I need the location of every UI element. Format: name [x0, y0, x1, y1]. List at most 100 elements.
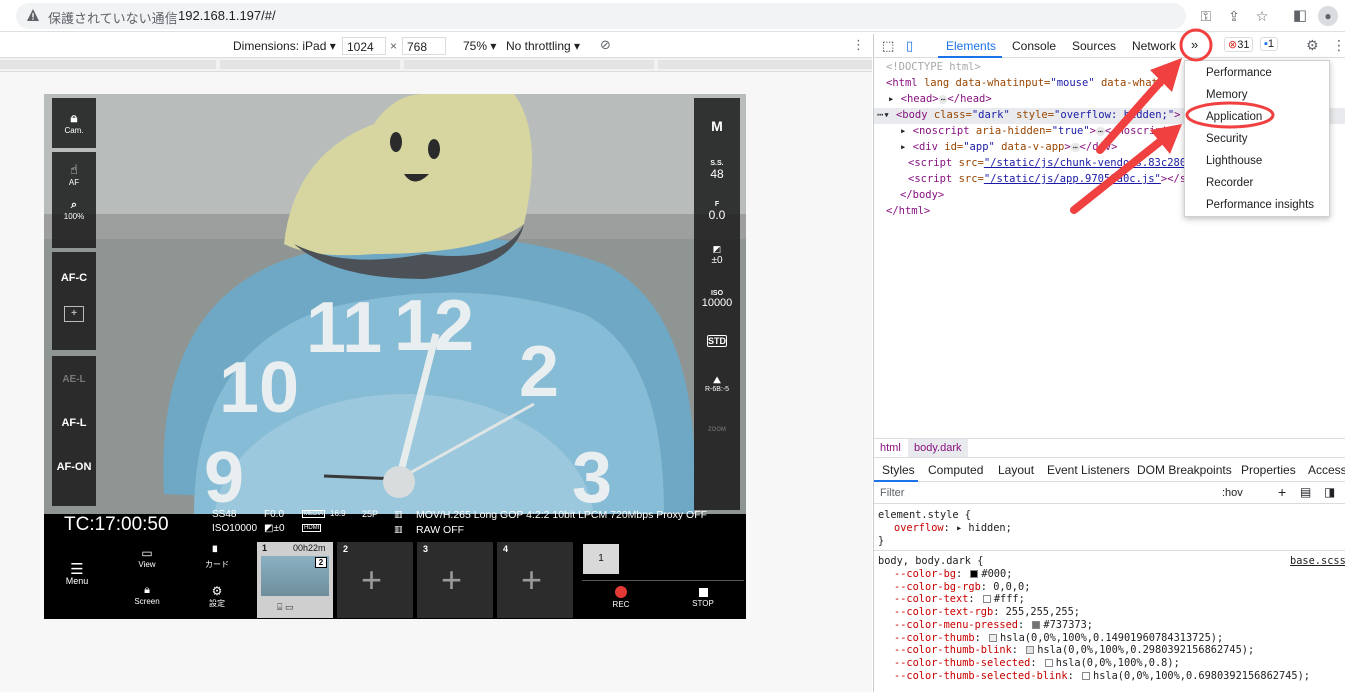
new-rule-icon[interactable]: +: [1278, 484, 1286, 500]
ruler-segment[interactable]: [658, 60, 872, 69]
style-declaration[interactable]: overflow: ▸ hidden;: [894, 522, 1012, 535]
hov-toggle[interactable]: :hov: [1222, 487, 1243, 499]
head-line[interactable]: ▸ <head> ⋯ </head>: [888, 92, 992, 108]
css-variable-declaration[interactable]: --color-text: #fff;: [894, 593, 1025, 606]
star-icon[interactable]: ☆: [1252, 6, 1272, 26]
ruler-segment[interactable]: [0, 60, 216, 69]
card-button[interactable]: ▘ カード: [200, 546, 234, 570]
rec-button[interactable]: REC: [604, 586, 638, 609]
ev-value[interactable]: ±0: [694, 255, 740, 266]
collapsed-ellipsis[interactable]: ⋯: [1070, 143, 1080, 152]
ruler-segment[interactable]: [220, 60, 400, 69]
touch-af-icon[interactable]: ☝︎: [52, 162, 96, 178]
clip-slot-1[interactable]: 1 00h22m 2 ⌸ ▭: [257, 542, 333, 618]
script-app-line[interactable]: <script src="/static/js/app.97058a0c.js"…: [908, 172, 1199, 188]
div-app-line[interactable]: ▸ <div id="app" data-v-app> ⋯ </div>: [900, 140, 1117, 156]
sidebar-toggle-icon[interactable]: ◨: [1324, 485, 1335, 499]
message-count-badge[interactable]: ▪1: [1260, 37, 1279, 51]
color-swatch[interactable]: [1044, 658, 1053, 667]
menu-item-memory[interactable]: Memory: [1206, 89, 1248, 101]
subtab-event-listeners[interactable]: Event Listeners: [1047, 463, 1130, 477]
page-indicator[interactable]: 1: [583, 544, 619, 574]
settings-gear-icon[interactable]: ⚙: [1306, 37, 1319, 54]
subtab-accessibility[interactable]: Accessi: [1308, 463, 1345, 477]
profile-icon[interactable]: ●: [1318, 6, 1338, 26]
view-button[interactable]: ▭ View: [132, 546, 162, 569]
filter-input[interactable]: Filter: [880, 487, 904, 499]
tab-elements[interactable]: Elements: [946, 39, 996, 53]
css-variable-declaration[interactable]: --color-thumb: hsla(0,0%,100%,0.14901960…: [894, 632, 1223, 645]
height-input[interactable]: 768: [402, 37, 446, 55]
subtab-layout[interactable]: Layout: [998, 463, 1034, 477]
color-swatch[interactable]: [1082, 671, 1090, 680]
cam-lock-button[interactable]: 🔒︎ Cam.: [52, 98, 96, 148]
color-swatch[interactable]: [1032, 620, 1041, 629]
afl-button[interactable]: AF-L: [52, 417, 96, 429]
rotate-icon[interactable]: ⊘: [600, 37, 611, 53]
dimensions-dropdown[interactable]: Dimensions: iPad ▾: [233, 39, 336, 53]
more-tabs-button[interactable]: »: [1191, 37, 1198, 52]
script-vendors-line[interactable]: <script src="/static/js/chunk-vendors.83…: [908, 156, 1193, 172]
tab-sources[interactable]: Sources: [1072, 39, 1116, 53]
focus-area-icon[interactable]: +: [64, 306, 84, 322]
rec-mode[interactable]: R-6B:-5: [694, 386, 740, 393]
picture-profile[interactable]: STD: [707, 335, 727, 347]
ss-value[interactable]: 48: [694, 167, 740, 181]
breadcrumb-html[interactable]: html: [880, 442, 901, 454]
afc-button[interactable]: AF-C: [52, 272, 96, 284]
css-variable-declaration[interactable]: --color-thumb-blink: hsla(0,0%,100%,0.29…: [894, 644, 1254, 657]
menu-item-recorder[interactable]: Recorder: [1206, 177, 1253, 189]
html-line[interactable]: <html lang data-whatinput="mouse" data-w…: [886, 76, 1164, 92]
devtools-more-icon[interactable]: ⋮: [1332, 37, 1345, 54]
security-text[interactable]: 保護されていない通信: [48, 8, 178, 27]
clip-slot-4[interactable]: 4 +: [497, 542, 573, 618]
menu-item-lighthouse[interactable]: Lighthouse: [1206, 155, 1262, 167]
key-icon[interactable]: ⚿: [1196, 6, 1216, 26]
tab-network[interactable]: Network: [1132, 39, 1176, 53]
magnify-icon[interactable]: ⌕: [52, 199, 96, 212]
script-link[interactable]: "/static/js/chunk-vendors.83c2803: [984, 157, 1193, 169]
menu-item-security[interactable]: Security: [1206, 133, 1248, 145]
color-swatch[interactable]: [989, 633, 997, 642]
clip-slot-3[interactable]: 3 +: [417, 542, 493, 618]
afon-button[interactable]: AF-ON: [52, 461, 96, 473]
color-swatch[interactable]: [1026, 646, 1035, 655]
shooting-mode[interactable]: M: [694, 118, 740, 134]
element-style-selector[interactable]: element.style {: [878, 509, 971, 522]
color-swatch[interactable]: [970, 570, 979, 578]
subtab-styles[interactable]: Styles: [882, 463, 915, 477]
menu-item-performance-insights[interactable]: Performance insights: [1206, 199, 1314, 211]
noscript-line[interactable]: ▸ <noscript aria-hidden="true"> ⋯ </noscri…: [900, 124, 1174, 140]
side-panel-icon[interactable]: ◧: [1290, 6, 1310, 26]
ruler-segment[interactable]: [404, 60, 654, 69]
subtab-dom-breakpoints[interactable]: DOM Breakpoints: [1137, 463, 1232, 477]
tab-console[interactable]: Console: [1012, 39, 1056, 53]
body-rule-selector[interactable]: body, body.dark {: [878, 555, 983, 568]
url-text[interactable]: 192.168.1.197/#/: [178, 8, 276, 23]
css-variable-declaration[interactable]: --color-thumb-selected-blink: hsla(0,0%,…: [894, 670, 1310, 683]
css-variable-declaration[interactable]: --color-thumb-selected: hsla(0,0%,100%,0…: [894, 657, 1180, 670]
subtab-properties[interactable]: Properties: [1241, 463, 1296, 477]
screen-lock-button[interactable]: 🔒︎ Screen: [132, 584, 162, 606]
css-variable-declaration[interactable]: --color-text-rgb: 255,255,255;: [894, 606, 1080, 619]
breadcrumb-body[interactable]: body.dark: [908, 439, 968, 457]
ael-button[interactable]: AE-L: [52, 374, 96, 385]
source-link[interactable]: base.scss: [1290, 555, 1345, 568]
css-variable-declaration[interactable]: --color-bg-rgb: 0,0,0;: [894, 581, 1030, 594]
subtab-computed[interactable]: Computed: [928, 463, 983, 477]
iso-value[interactable]: 10000: [694, 297, 740, 309]
html-close-line[interactable]: </html>: [886, 204, 930, 220]
css-variable-declaration[interactable]: --color-menu-pressed: #737373;: [894, 619, 1093, 632]
width-input[interactable]: 1024: [342, 37, 386, 55]
inspect-icon[interactable]: ⬚: [882, 38, 894, 54]
computed-toggle-icon[interactable]: ▤: [1300, 485, 1311, 499]
warning-icon[interactable]: [26, 8, 40, 22]
media-query-ruler[interactable]: [0, 58, 872, 72]
more-options-icon[interactable]: ⋮: [852, 37, 865, 53]
color-swatch[interactable]: [982, 595, 991, 604]
clip-slot-2[interactable]: 2 +: [337, 542, 413, 618]
error-count-badge[interactable]: ⊗31: [1224, 37, 1254, 52]
stop-button[interactable]: STOP: [686, 586, 720, 608]
f-value[interactable]: 0.0: [694, 208, 740, 222]
zoom-dropdown[interactable]: 75% ▾: [463, 39, 496, 53]
